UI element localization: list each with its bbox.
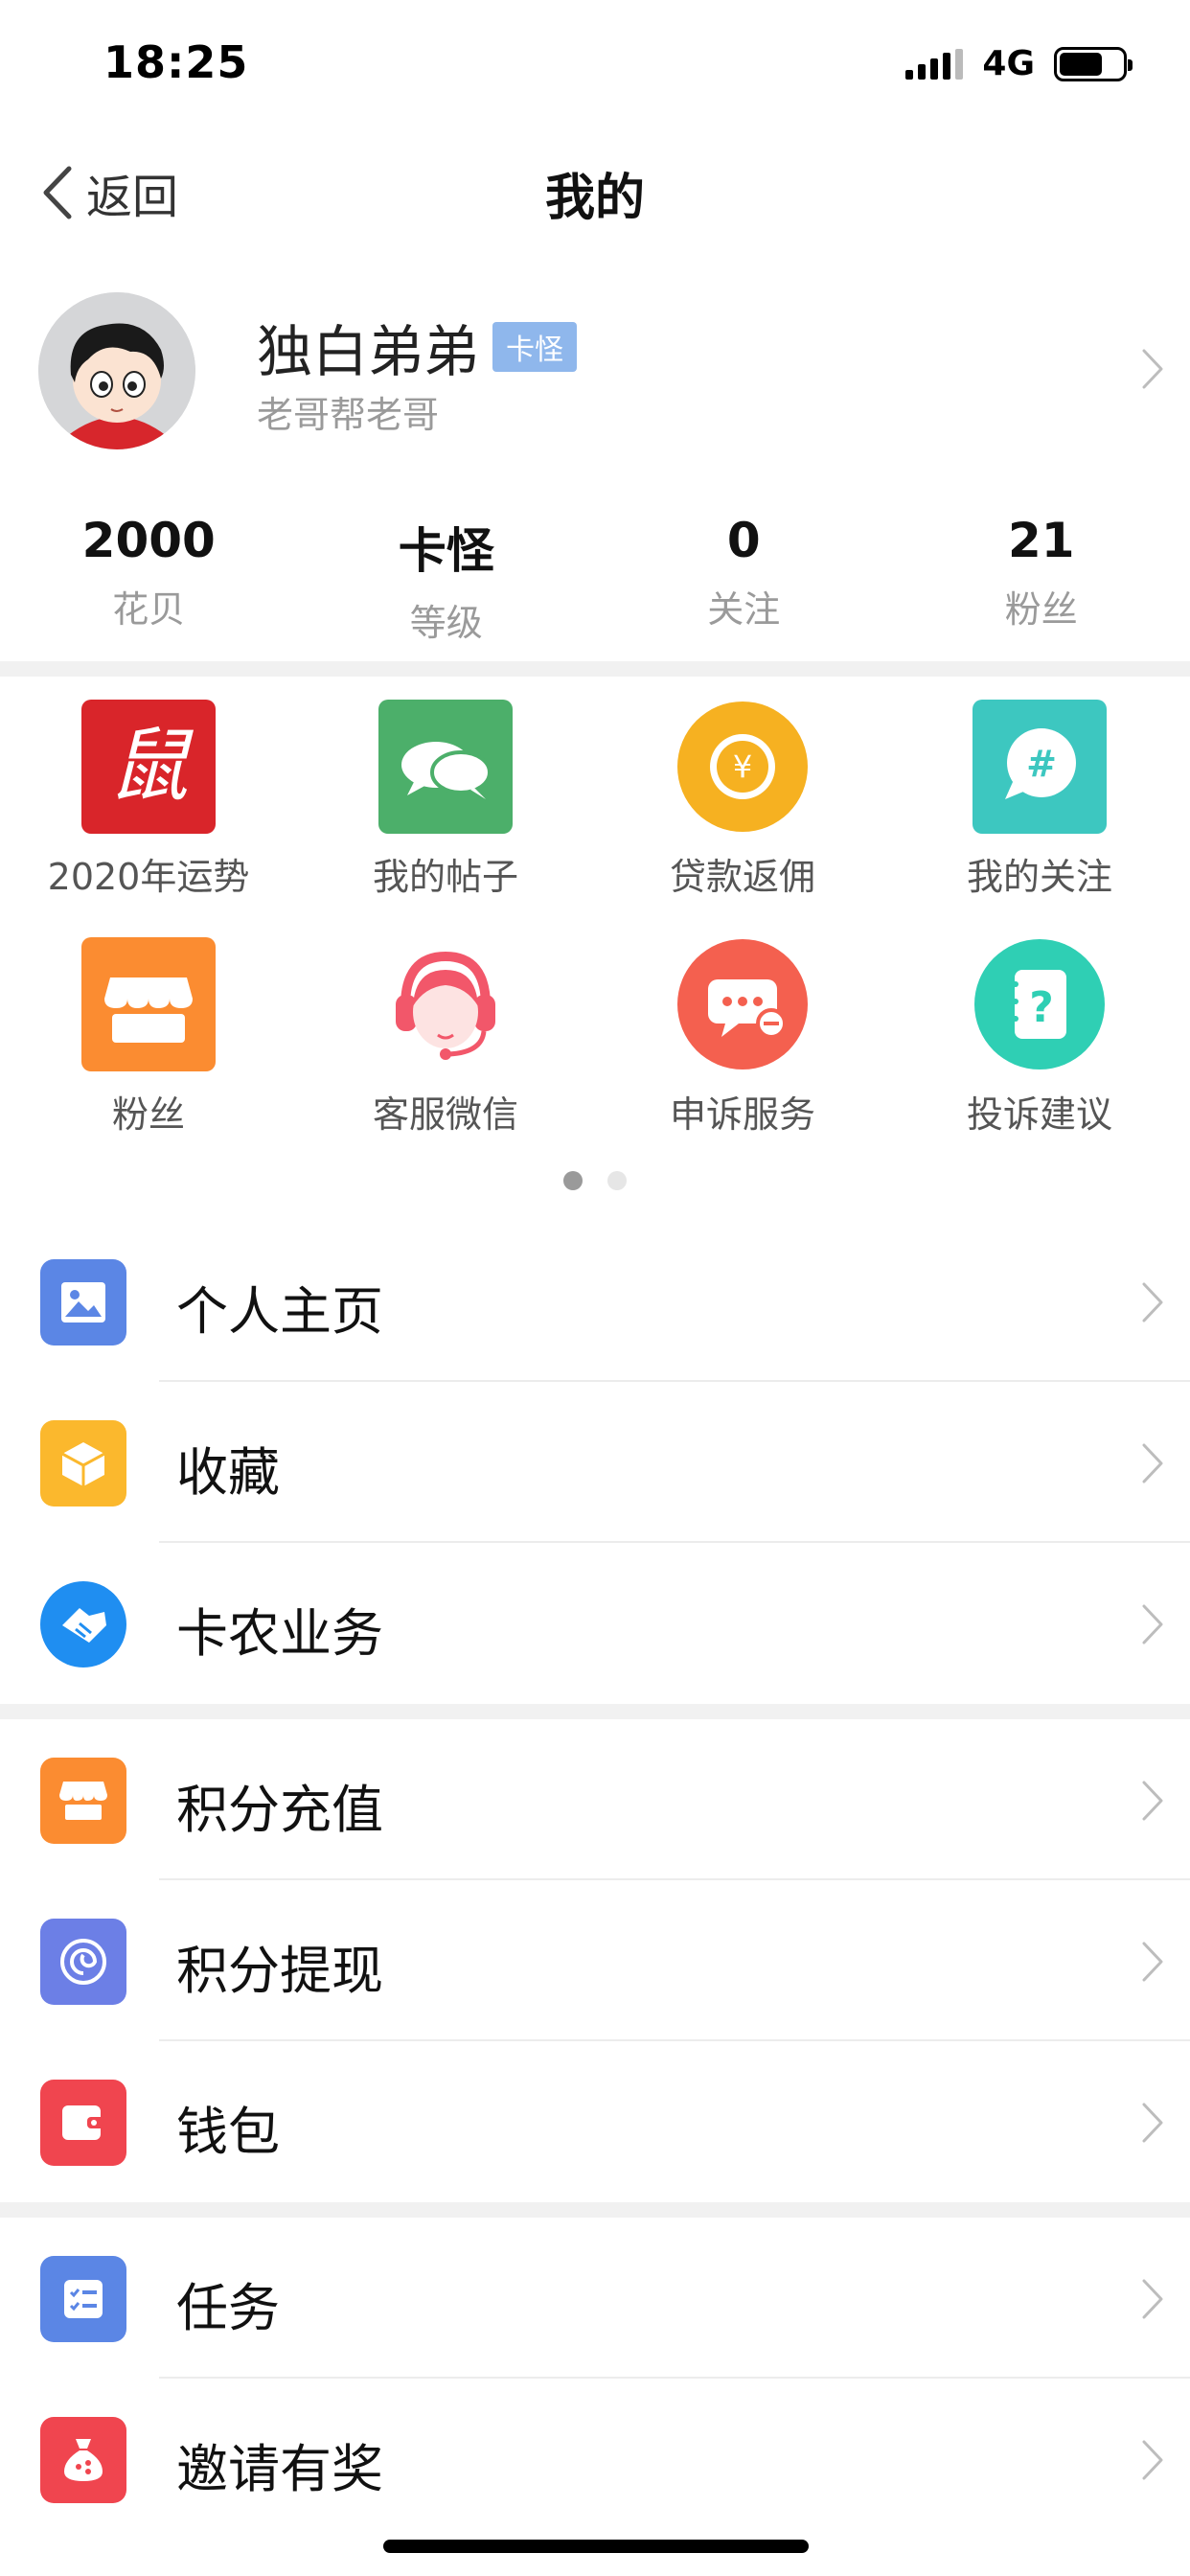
profile-card[interactable]: 独白弟弟 卡怪 老哥帮老哥 bbox=[0, 278, 1190, 460]
grid-label: 贷款返佣 bbox=[669, 856, 815, 898]
chevron-right-icon bbox=[1142, 1443, 1163, 1484]
menu-item-wallet[interactable]: 钱包 bbox=[0, 2041, 1190, 2202]
grid-item-fans[interactable]: 粉丝 bbox=[0, 937, 297, 1138]
battery-icon bbox=[1054, 46, 1133, 81]
hashtag-glyph: # bbox=[1026, 743, 1057, 785]
chevron-right-icon bbox=[1142, 2103, 1163, 2143]
grid-item-fortune[interactable]: 鼠 2020年运势 bbox=[0, 700, 297, 900]
page-title: 我的 bbox=[544, 170, 645, 227]
grid-item-customer-service[interactable]: 客服微信 bbox=[297, 937, 594, 1138]
chevron-right-icon bbox=[1142, 1282, 1163, 1322]
menu-item-tasks[interactable]: 任务 bbox=[0, 2218, 1190, 2379]
box-icon bbox=[40, 1420, 126, 1506]
grid-item-appeal[interactable]: 申诉服务 bbox=[594, 937, 891, 1138]
grid-item-my-posts[interactable]: 我的帖子 bbox=[297, 700, 594, 900]
stat-huabei[interactable]: 2000 花贝 bbox=[0, 513, 298, 637]
menu-item-points-withdraw[interactable]: 积分提现 bbox=[0, 1880, 1190, 2041]
menu-label: 个人主页 bbox=[176, 1281, 383, 1342]
chat-bubbles-icon bbox=[378, 700, 513, 834]
stat-value: 2000 bbox=[81, 513, 216, 568]
level-badge: 卡怪 bbox=[492, 322, 577, 372]
nav-bar: 返回 我的 bbox=[0, 125, 1190, 249]
money-bag-icon bbox=[40, 2417, 126, 2503]
section-divider bbox=[0, 2202, 1190, 2218]
grid-label: 粉丝 bbox=[111, 1093, 185, 1136]
grid-item-my-follows[interactable]: # 我的关注 bbox=[891, 700, 1188, 900]
avatar bbox=[38, 292, 195, 449]
spiral-icon bbox=[40, 1919, 126, 2005]
hashtag-bubble-icon: # bbox=[973, 700, 1107, 834]
profile-subtitle: 老哥帮老哥 bbox=[257, 394, 440, 436]
home-indicator[interactable] bbox=[383, 2540, 809, 2553]
customer-service-icon bbox=[378, 937, 513, 1071]
page-indicator bbox=[0, 1171, 1190, 1190]
menu-item-kanong-business[interactable]: 卡农业务 bbox=[0, 1543, 1190, 1704]
menu-label: 钱包 bbox=[176, 2102, 280, 2162]
store-icon bbox=[40, 1758, 126, 1844]
status-indicators: 4G bbox=[905, 44, 1133, 83]
grid-label: 投诉建议 bbox=[966, 1093, 1112, 1136]
menu-label: 积分充值 bbox=[176, 1780, 383, 1840]
menu-item-points-recharge[interactable]: 积分充值 bbox=[0, 1719, 1190, 1880]
stat-label: 关注 bbox=[707, 588, 781, 631]
section-divider bbox=[0, 1704, 1190, 1719]
wallet-icon bbox=[40, 2080, 126, 2166]
stat-value: 卡怪 bbox=[398, 523, 494, 579]
chevron-right-icon bbox=[1142, 2279, 1163, 2319]
stat-value: 21 bbox=[1007, 513, 1075, 568]
section-divider bbox=[0, 661, 1190, 677]
stat-label: 粉丝 bbox=[1004, 588, 1078, 631]
menu-label: 积分提现 bbox=[176, 1941, 383, 2001]
grid-label: 客服微信 bbox=[372, 1093, 518, 1136]
stat-fans[interactable]: 21 粉丝 bbox=[893, 513, 1190, 637]
appeal-bubble-icon bbox=[675, 937, 810, 1071]
yen-glyph: ¥ bbox=[733, 748, 752, 785]
chevron-right-icon bbox=[1142, 1604, 1163, 1644]
stats-row: 2000 花贝 卡怪 等级 0 关注 21 粉丝 bbox=[0, 513, 1190, 644]
menu-item-favorites[interactable]: 收藏 bbox=[0, 1382, 1190, 1543]
grid-label: 2020年运势 bbox=[47, 856, 250, 898]
chevron-right-icon bbox=[1142, 1781, 1163, 1821]
chevron-right-icon bbox=[1142, 349, 1163, 389]
yen-coin-icon: ¥ bbox=[675, 700, 810, 834]
network-type: 4G bbox=[982, 44, 1035, 83]
menu-item-invite-reward[interactable]: 邀请有奖 bbox=[0, 2379, 1190, 2540]
stat-following[interactable]: 0 关注 bbox=[595, 513, 893, 637]
image-icon bbox=[40, 1259, 126, 1346]
handshake-icon bbox=[40, 1581, 126, 1668]
task-list-icon bbox=[40, 2256, 126, 2342]
menu-label: 邀请有奖 bbox=[176, 2439, 383, 2499]
signal-icon bbox=[905, 48, 964, 80]
stat-label: 等级 bbox=[409, 602, 483, 644]
status-time: 18:25 bbox=[103, 36, 249, 88]
menu-label: 任务 bbox=[176, 2278, 280, 2338]
menu-label: 卡农业务 bbox=[176, 1603, 383, 1664]
rat-zodiac-icon: 鼠 bbox=[81, 700, 216, 834]
grid-label: 我的关注 bbox=[966, 856, 1112, 898]
chevron-right-icon bbox=[1142, 2440, 1163, 2480]
grid-item-loan-rebate[interactable]: ¥ 贷款返佣 bbox=[594, 700, 891, 900]
page-dot[interactable] bbox=[607, 1171, 627, 1190]
grid-label: 我的帖子 bbox=[372, 856, 518, 898]
menu-label: 收藏 bbox=[176, 1442, 280, 1503]
status-bar: 18:25 4G bbox=[0, 0, 1190, 125]
profile-name: 独白弟弟 bbox=[257, 319, 480, 384]
stat-label: 花贝 bbox=[112, 588, 186, 631]
stat-level[interactable]: 卡怪 等级 bbox=[298, 513, 596, 644]
rat-glyph: 鼠 bbox=[108, 719, 194, 813]
menu-item-homepage[interactable]: 个人主页 bbox=[0, 1221, 1190, 1382]
stat-value: 0 bbox=[726, 513, 761, 568]
chevron-right-icon bbox=[1142, 1942, 1163, 1982]
page-dot-active[interactable] bbox=[563, 1171, 583, 1190]
grid-label: 申诉服务 bbox=[669, 1093, 815, 1136]
question-note-icon: ? bbox=[973, 937, 1107, 1071]
grid-item-complaint[interactable]: ? 投诉建议 bbox=[891, 937, 1188, 1138]
question-glyph: ? bbox=[1029, 983, 1054, 1032]
store-icon bbox=[81, 937, 216, 1071]
